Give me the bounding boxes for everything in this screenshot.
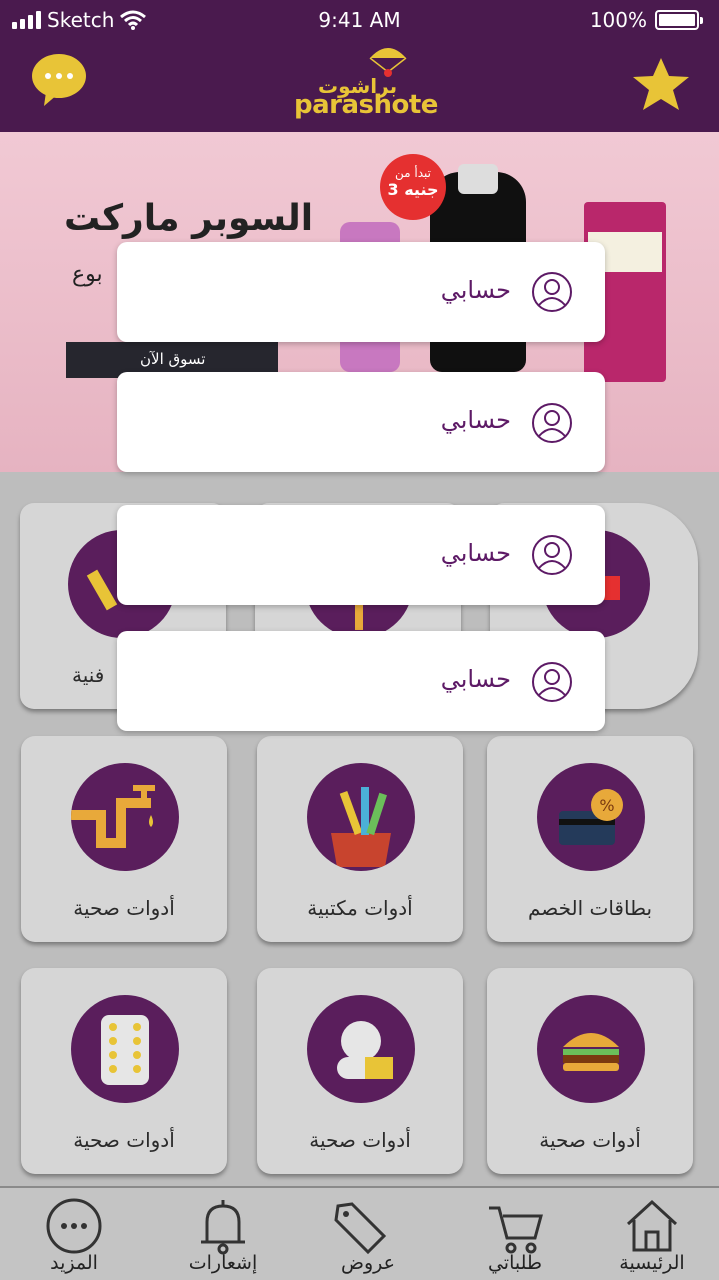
burger-icon: [563, 1033, 619, 1071]
more-icon: [46, 1198, 102, 1254]
category-label: أدوات صحية: [73, 1128, 175, 1152]
account-menu-item[interactable]: حسابي: [117, 242, 605, 342]
user-icon: [532, 272, 572, 312]
category-tile-stationery[interactable]: أدوات مكتبية: [257, 736, 463, 942]
account-label: حسابي: [440, 406, 511, 434]
category-label: أدوات صحية: [73, 896, 175, 920]
banner-subtitle: بوع: [72, 262, 103, 287]
user-icon: [532, 535, 572, 575]
account-label: حسابي: [440, 539, 511, 567]
price-tag-icon: [334, 1202, 387, 1255]
tab-label: طلباتي: [487, 1252, 543, 1274]
bottle-cap: [458, 164, 498, 194]
category-label: بطاقات الخصم: [527, 896, 653, 920]
status-bar: Sketch 9:41 AM 100%: [0, 8, 719, 36]
category-label: أدوات صحية: [309, 1128, 411, 1152]
tab-home[interactable]: الرئيسية: [582, 1188, 719, 1280]
tab-orders[interactable]: طلباتي: [445, 1188, 585, 1280]
account-menu-item[interactable]: حسابي: [117, 505, 605, 605]
user-icon: [532, 662, 572, 702]
account-menu-item[interactable]: حسابي: [117, 631, 605, 731]
battery-percent: 100%: [589, 8, 647, 32]
chat-icon[interactable]: [30, 52, 88, 108]
category-tile-sanitary[interactable]: أدوات صحية: [21, 736, 227, 942]
category-tile[interactable]: أدوات صحية: [487, 968, 693, 1174]
svg-text:%: %: [599, 796, 614, 815]
logo-english-text: parashote: [294, 90, 438, 120]
tab-notifications[interactable]: إشعارات: [153, 1188, 293, 1280]
banner-title: السوبر ماركت: [64, 198, 314, 239]
user-icon: [532, 403, 572, 443]
pill-strip-icon: [101, 1015, 149, 1085]
stationery-icon: [331, 787, 391, 867]
app-logo: براشوت parashote: [290, 44, 438, 124]
pills-icon: [337, 1021, 393, 1079]
app-header: Sketch 9:41 AM 100% براشوت parashote: [0, 0, 719, 132]
category-label: أدوات مكتبية: [307, 896, 413, 920]
badge-top-text: تبدأ من: [395, 166, 431, 180]
account-menu-item[interactable]: حسابي: [117, 372, 605, 472]
account-label: حسابي: [440, 276, 511, 304]
category-tile-discount-cards[interactable]: % بطاقات الخصم: [487, 736, 693, 942]
faucet-icon: [71, 785, 155, 848]
tab-more[interactable]: المزيد: [4, 1188, 144, 1280]
account-label: حسابي: [440, 665, 511, 693]
battery-icon: [655, 10, 703, 30]
parachute-icon: [369, 48, 407, 77]
tab-label: الرئيسية: [619, 1252, 685, 1274]
badge-value: 3 جنيه: [387, 180, 439, 200]
tab-label: إشعارات: [188, 1252, 258, 1274]
tab-label: عروض: [341, 1252, 395, 1274]
cart-icon: [489, 1206, 543, 1254]
bottom-tab-bar: الرئيسية طلباتي عروض إشعارات المزيد: [0, 1186, 719, 1280]
tab-offers[interactable]: عروض: [298, 1188, 438, 1280]
price-badge: تبدأ من 3 جنيه: [380, 154, 446, 220]
tab-label: المزيد: [50, 1252, 98, 1274]
home-icon: [626, 1199, 678, 1252]
category-tile[interactable]: أدوات صحية: [21, 968, 227, 1174]
credit-card-icon: %: [559, 789, 623, 845]
category-tile[interactable]: أدوات صحية: [257, 968, 463, 1174]
bell-icon: [201, 1200, 245, 1255]
star-icon[interactable]: [629, 56, 693, 112]
category-label: أدوات صحية: [539, 1128, 641, 1152]
